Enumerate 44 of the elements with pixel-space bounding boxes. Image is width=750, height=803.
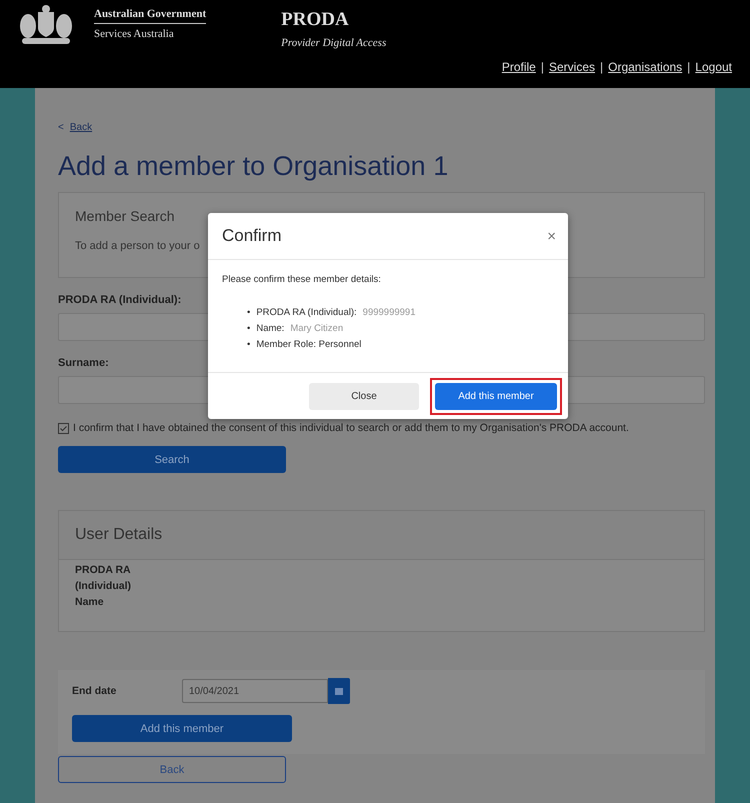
agency-name: Services Australia (94, 27, 175, 40)
consent-text: I confirm that I have obtained the consent of this individual to search or add them to my Organisation's PRODA account. (73, 422, 629, 434)
consent-checkbox[interactable] (58, 422, 69, 434)
nav-link[interactable]: Services (548, 60, 595, 74)
detail-label: Name: (256, 323, 284, 334)
bullet-marker: • (247, 307, 250, 318)
nav-link[interactable]: Organisations (608, 60, 682, 74)
nav-link[interactable]: Logout (695, 60, 732, 74)
app-title: PRODA (281, 9, 350, 31)
detail-value: 9999999991 (362, 307, 416, 318)
back-button[interactable]: Back (58, 756, 286, 783)
date-field[interactable]: 10/04/2021 (182, 679, 328, 703)
field-label: PRODA RA (Individual): (58, 294, 182, 306)
detail-label: PRODA RA (Individual): (256, 307, 357, 318)
nav-separator: | (540, 60, 544, 74)
close-button[interactable]: × (547, 228, 556, 244)
government-name: Australian Government (94, 8, 206, 24)
dialog-title: Confirm (222, 226, 282, 246)
calendar-button[interactable] (328, 678, 350, 704)
detail-label: Member Role: Personnel (256, 339, 362, 350)
back-chevron-icon: < (58, 122, 64, 133)
nav-separator: | (600, 60, 604, 74)
bullet-marker: • (247, 339, 250, 350)
panel-text: To add a person to your o (75, 240, 201, 252)
add-member-button[interactable]: Add this member (435, 382, 557, 410)
nav-separator: | (687, 60, 690, 74)
panel-title: Member Search (75, 208, 176, 224)
dialog-text: Please confirm these member details: (222, 274, 381, 285)
panel-title: User Details (59, 511, 704, 560)
page-title: Add a member to Organisation 1 (58, 151, 450, 182)
field-label: End date (72, 685, 118, 697)
nav-link[interactable]: Profile (502, 60, 536, 74)
app-subtitle: Provider Digital Access (281, 37, 386, 49)
calendar-icon (335, 687, 343, 695)
detail-label: Name (74, 596, 105, 608)
add-member-button[interactable]: Add this member (72, 715, 292, 742)
back-link[interactable]: Back (70, 122, 92, 133)
search-button[interactable]: Search (58, 446, 286, 473)
detail-label: PRODA RA (74, 564, 132, 576)
bullet-marker: • (247, 323, 250, 334)
detail-label: (Individual) (74, 580, 132, 592)
field-label: Surname: (58, 357, 110, 369)
detail-value: Mary Citizen (290, 323, 344, 334)
close-button[interactable]: Close (309, 382, 419, 410)
